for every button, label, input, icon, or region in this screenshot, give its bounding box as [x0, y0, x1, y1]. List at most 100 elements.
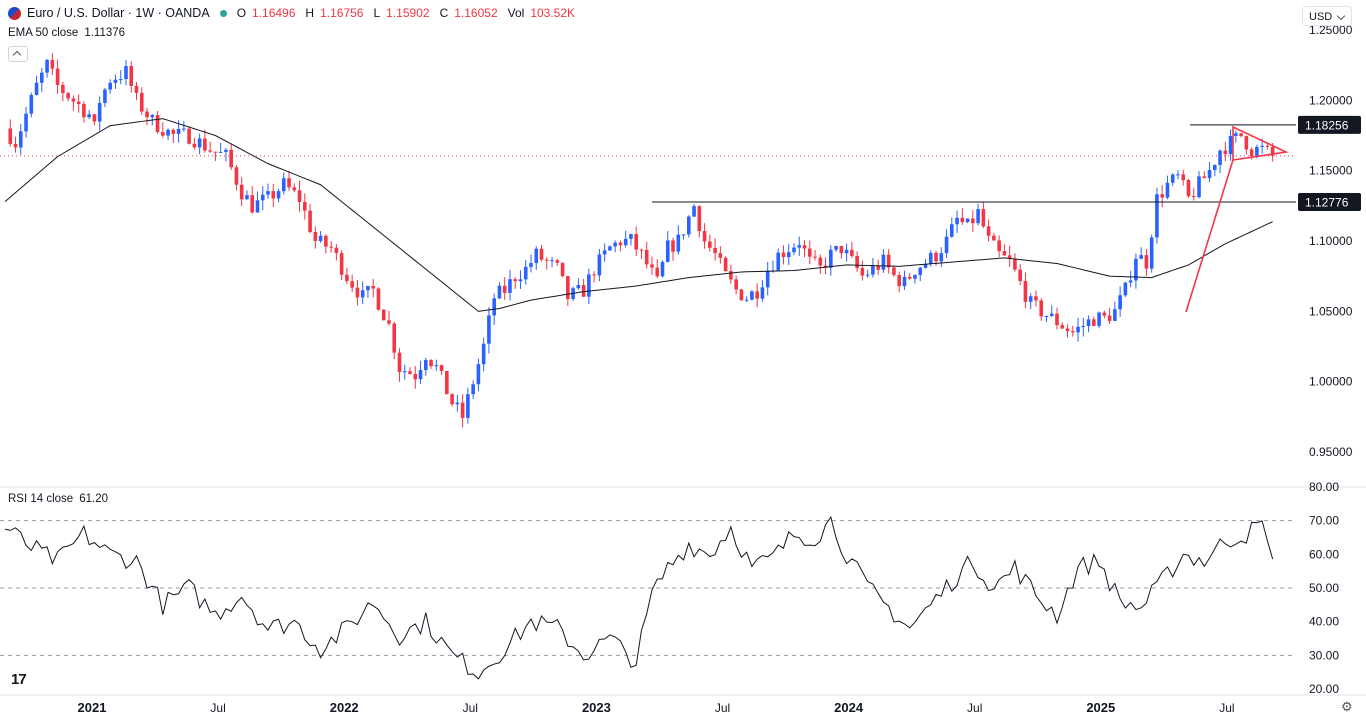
collapse-legend-button[interactable] [8, 46, 28, 62]
candle-body [45, 59, 49, 73]
level-label: 1.12776 [1305, 195, 1349, 209]
candle-body [487, 315, 491, 344]
candle-body [1260, 145, 1264, 147]
rsi-legend[interactable]: RSI 14 close 61.20 [8, 493, 108, 505]
candle-body [1255, 146, 1259, 156]
candle-body [1034, 296, 1038, 301]
candle-body [892, 267, 896, 275]
candle-body [1065, 328, 1070, 332]
candle-body [1265, 145, 1270, 147]
candle-body [392, 323, 397, 353]
rsi-tick-label: 80.00 [1309, 480, 1339, 494]
candle-body [681, 234, 686, 236]
candle-body [734, 279, 738, 290]
candle-body [466, 394, 470, 418]
candle-body [345, 274, 349, 282]
candle-body [460, 402, 465, 418]
candle-body [534, 248, 539, 264]
candle-body [897, 274, 901, 287]
candle-body [297, 190, 302, 202]
candle-body [318, 235, 323, 242]
candle-body [87, 114, 91, 118]
candle-body [329, 246, 333, 248]
candle-body [413, 374, 418, 380]
ema-value: 1.11376 [84, 27, 126, 39]
symbol-header: Euro / U.S. Dollar · 1W · OANDA O 1.16496… [8, 6, 579, 20]
candle-body [1123, 282, 1128, 296]
symbol-title[interactable]: Euro / U.S. Dollar · 1W · OANDA [27, 6, 210, 20]
candle-body [166, 129, 170, 136]
candle-body [939, 253, 944, 262]
candle-body [381, 309, 386, 321]
candle-body [1144, 255, 1149, 269]
candle-body [1107, 315, 1112, 321]
time-tick-label: Jul [463, 701, 478, 715]
candle-body [324, 235, 328, 247]
candle-body [334, 247, 339, 254]
currency-select[interactable]: USD [1302, 6, 1352, 26]
candle-body [1102, 312, 1107, 316]
candle-body [860, 268, 865, 276]
candle-body [592, 274, 596, 276]
candle-body [339, 253, 344, 275]
candle-body [260, 194, 265, 201]
candle-body [350, 281, 354, 288]
candle-body [224, 149, 228, 152]
candle-body [544, 259, 549, 261]
rsi-tick-label: 20.00 [1309, 682, 1339, 696]
rsi-tick-label: 60.00 [1309, 547, 1339, 561]
close-value: 1.16052 [454, 6, 498, 20]
candle-body [902, 276, 907, 287]
candle-body [1097, 312, 1101, 326]
candle-body [881, 254, 886, 270]
candle-body [255, 200, 260, 213]
candle-body [765, 270, 770, 288]
gear-icon[interactable]: ⚙ [1341, 700, 1354, 713]
candle-body [692, 206, 696, 217]
candle-body [702, 231, 707, 242]
chart-canvas[interactable]: 1.250001.200001.150001.100001.050001.000… [0, 0, 1366, 724]
candle-body [429, 359, 433, 367]
candle-body [450, 394, 454, 405]
candle-body [850, 249, 854, 256]
candle-body [139, 92, 144, 112]
candle-body [708, 241, 712, 248]
candle-body [455, 402, 460, 405]
price-tick-label: 1.05000 [1309, 304, 1353, 318]
candle-body [508, 279, 512, 293]
candle-body [723, 257, 728, 272]
candle-body [523, 266, 528, 280]
candle-body [92, 114, 97, 122]
candle-body [1002, 251, 1007, 256]
ema-legend[interactable]: EMA 50 close 1.11376 [8, 27, 125, 39]
price-tick-label: 1.15000 [1309, 164, 1353, 178]
candle-body [560, 262, 565, 277]
candle-body [187, 128, 191, 144]
close-label: C [439, 6, 449, 20]
candle-body [171, 129, 176, 134]
candle-body [755, 291, 759, 299]
candle-body [1191, 196, 1196, 198]
time-tick-label: Jul [715, 701, 730, 715]
candle-body [271, 191, 276, 199]
time-tick-label: 2024 [834, 700, 864, 715]
candle-body [281, 178, 286, 192]
candle-body [844, 249, 849, 254]
candle-body [587, 274, 591, 297]
candle-body [1039, 300, 1044, 317]
candle-body [29, 94, 34, 114]
candle-body [871, 265, 875, 275]
time-tick-label: Jul [1219, 701, 1234, 715]
candle-body [1081, 326, 1086, 328]
candle-body [434, 365, 439, 367]
candle-body [303, 201, 307, 211]
candle-body [1013, 258, 1017, 270]
candle-body [655, 267, 660, 277]
price-tick-label: 1.10000 [1309, 234, 1353, 248]
candle-body [366, 286, 370, 291]
candle-body [213, 151, 218, 153]
candle-body [118, 79, 123, 81]
candle-body [276, 191, 281, 199]
candle-body [750, 291, 754, 300]
candle-body [176, 129, 181, 134]
